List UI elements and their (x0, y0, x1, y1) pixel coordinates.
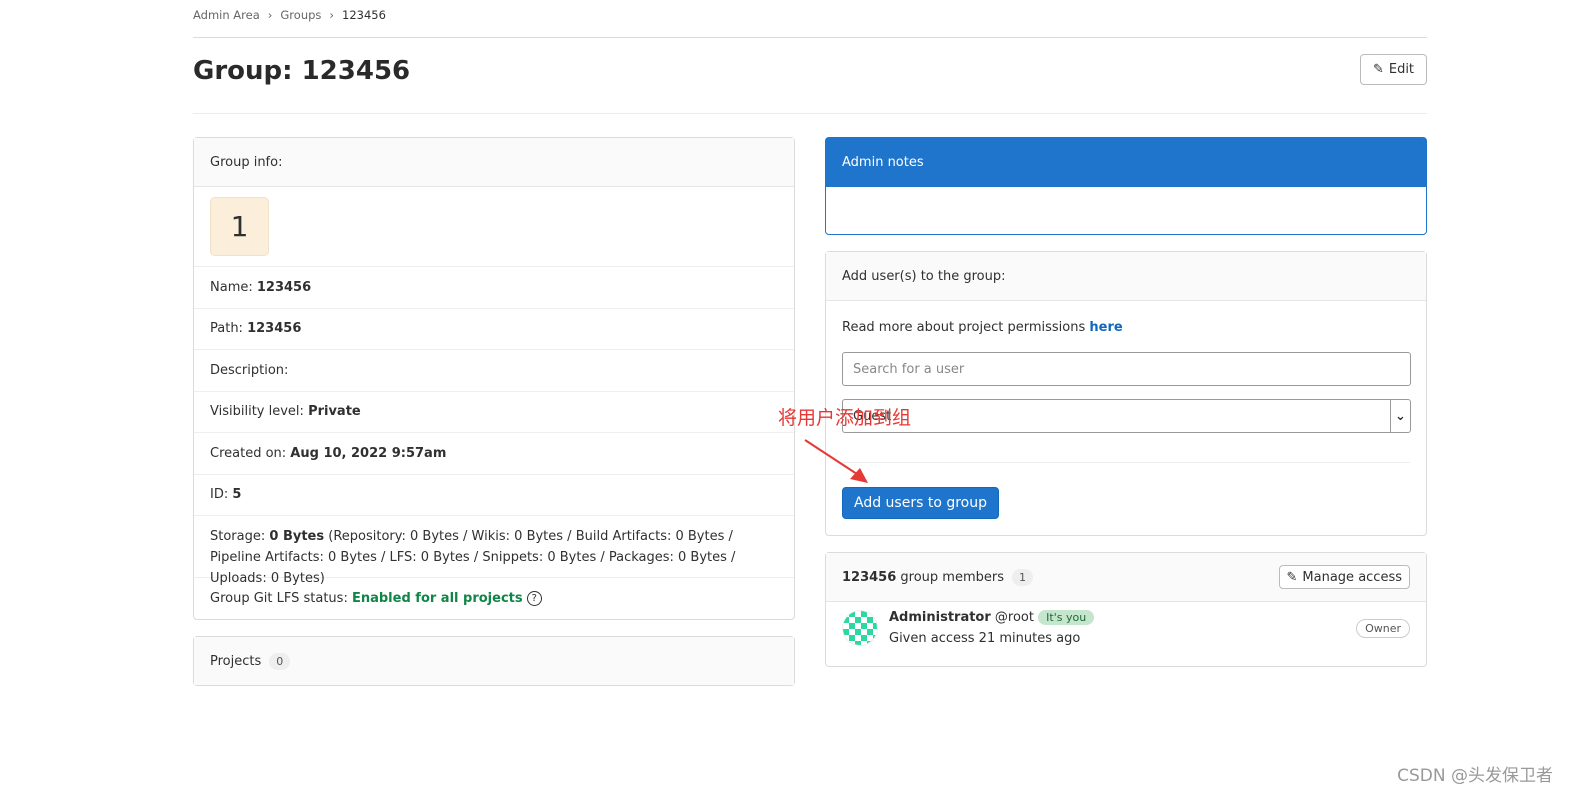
label: Visibility level: (210, 404, 304, 420)
label: Group Git LFS status: (210, 591, 348, 607)
edit-button[interactable]: ✎ Edit (1360, 54, 1427, 85)
role-badge: Owner (1356, 618, 1410, 638)
created-row: Created on: Aug 10, 2022 9:57am (194, 433, 794, 475)
user-search-input[interactable]: Search for a user (842, 352, 1411, 386)
projects-count: 0 (269, 652, 291, 670)
id-row: ID: 5 (194, 475, 794, 516)
pencil-icon: ✎ (1372, 62, 1384, 77)
role-select[interactable]: Guest ⌄ (842, 399, 1411, 433)
avatar (842, 610, 878, 646)
value: 5 (232, 487, 242, 503)
description-row: Description: (194, 350, 794, 392)
manage-access-button[interactable]: ✎ Manage access (1278, 565, 1410, 589)
members-group: 123456 (842, 569, 897, 585)
breadcrumb: Admin Area › Groups › 123456 (193, 8, 386, 22)
member-name[interactable]: Administrator (889, 610, 991, 625)
group-avatar: 1 (210, 197, 269, 256)
members-card: 123456 group members 1 ✎ Manage access Adm… (825, 552, 1427, 667)
value: 0 Bytes (269, 529, 325, 544)
edit-label: Edit (1388, 62, 1415, 77)
value: Enabled for all projects (351, 591, 523, 607)
permissions-text: Read more about project permissions here (842, 320, 1410, 335)
projects-card: Projects 0 (193, 636, 795, 686)
projects-label: Projects (210, 653, 262, 669)
add-users-header: Add user(s) to the group: (826, 252, 1426, 301)
storage-row: Storage: 0 Bytes (Repository: 0 Bytes / … (194, 516, 794, 586)
divider (193, 37, 1427, 38)
annotation-text: 将用户添加到组 (778, 407, 912, 429)
value: Aug 10, 2022 9:57am (290, 445, 447, 461)
add-users-card: Add user(s) to the group: Read more abou… (825, 251, 1427, 536)
manage-label: Manage access (1302, 569, 1402, 585)
members-label: group members (900, 569, 1005, 585)
label: ID: (210, 487, 229, 503)
name-row: Name: 123456 (194, 267, 794, 309)
group-info-card: Group info: 1 Name: 123456 Path: 123456 … (193, 137, 795, 620)
chevron-right-icon: › (329, 8, 335, 22)
page-title: Group: 123456 (193, 56, 411, 86)
chevron-down-icon: ⌄ (1390, 400, 1410, 432)
breadcrumb-groups[interactable]: Groups (280, 8, 321, 22)
add-users-button[interactable]: Add users to group (842, 487, 999, 519)
visibility-row: Visibility level: Private (194, 392, 794, 433)
label: Created on: (210, 445, 287, 461)
members-count: 1 (1012, 568, 1034, 586)
value: 123456 (247, 321, 302, 337)
label: Storage: (210, 529, 266, 544)
divider (193, 113, 1427, 114)
breadcrumb-admin-area[interactable]: Admin Area (193, 8, 260, 22)
label: Path: (210, 321, 243, 337)
breadcrumb-current[interactable]: 123456 (342, 8, 386, 22)
member-username: @root (994, 610, 1034, 625)
question-circle-icon[interactable]: ? (526, 591, 542, 607)
path-row: Path: 123456 (194, 309, 794, 350)
group-info-header: Group info: (194, 138, 794, 187)
watermark: CSDN @头发保卫者 (1397, 766, 1553, 786)
its-you-badge: It's you (1038, 610, 1095, 625)
value: 123456 (256, 279, 312, 295)
admin-notes-card: Admin notes (825, 137, 1427, 235)
label: Name: (210, 279, 253, 295)
chevron-right-icon: › (267, 8, 273, 22)
read-more-text: Read more about project permissions (842, 320, 1086, 335)
permissions-link[interactable]: here (1089, 320, 1122, 335)
value: Private (308, 404, 361, 420)
admin-notes-header: Admin notes (826, 138, 1426, 187)
label: Description: (210, 362, 289, 378)
access-time: Given access 21 minutes ago (889, 631, 1081, 646)
pencil-icon: ✎ (1286, 569, 1298, 585)
annotation-arrow-icon (804, 439, 868, 483)
member-item: Administrator @root It's you Given acces… (826, 602, 1426, 654)
